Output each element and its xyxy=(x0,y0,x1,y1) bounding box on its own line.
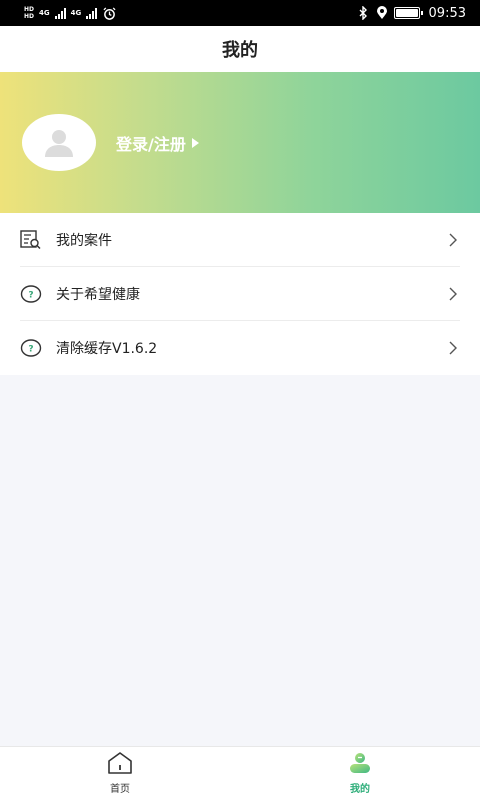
case-search-icon xyxy=(20,229,42,251)
bluetooth-icon xyxy=(356,6,370,20)
profile-banner: 登录/注册 xyxy=(0,72,480,213)
menu-item-clear-cache[interactable]: ? 清除缓存V1.6.2 xyxy=(20,321,460,375)
menu-item-label: 清除缓存V1.6.2 xyxy=(56,341,158,357)
login-register-label: 登录/注册 xyxy=(116,134,186,154)
question-circle-icon: ? xyxy=(20,283,42,305)
network-type-1: 4G xyxy=(39,9,50,17)
svg-text:?: ? xyxy=(28,290,33,300)
menu-item-my-cases[interactable]: 我的案件 xyxy=(20,213,460,267)
triangle-right-icon xyxy=(191,137,199,148)
sim-tag-1: HD xyxy=(24,6,35,13)
sim-tag-2: HD xyxy=(24,13,35,20)
bottom-nav: 首页 我的 xyxy=(0,746,480,800)
network-type-2: 4G xyxy=(70,9,82,17)
sim-tag: HD HD xyxy=(24,6,34,20)
question-circle-icon: ? xyxy=(20,337,42,359)
menu-item-about[interactable]: ? 关于希望健康 xyxy=(20,267,460,321)
menu-item-label: 关于希望健康 xyxy=(56,286,140,303)
user-avatar-icon[interactable] xyxy=(22,114,96,171)
page-title: 我的 xyxy=(222,40,258,61)
login-register-link[interactable]: 登录/注册 xyxy=(116,131,199,155)
signal-icon xyxy=(54,7,66,19)
status-right: 09:53 xyxy=(356,6,466,21)
tab-mine-label: 我的 xyxy=(350,784,370,795)
menu-list: 我的案件 ? 关于希望健康 ? 清除缓存V1.6.2 xyxy=(0,213,480,375)
menu-item-label: 我的案件 xyxy=(56,232,112,249)
tab-home[interactable]: 首页 xyxy=(0,747,240,800)
location-icon xyxy=(375,6,389,20)
alarm-icon xyxy=(102,6,116,20)
chevron-right-icon xyxy=(446,233,460,247)
status-bar: HD HD 4G 4G 09:53 xyxy=(0,0,480,26)
tab-home-label: 首页 xyxy=(110,784,130,795)
status-time: 09:53 xyxy=(428,5,466,21)
chevron-right-icon xyxy=(446,287,460,301)
home-icon xyxy=(107,752,133,778)
svg-text:?: ? xyxy=(28,345,33,355)
chevron-right-icon xyxy=(446,341,460,355)
signal-icon-2 xyxy=(86,7,98,19)
tab-mine[interactable]: 我的 xyxy=(240,747,480,800)
battery-icon xyxy=(393,7,423,19)
status-left: HD HD 4G 4G xyxy=(24,6,116,20)
profile-icon xyxy=(347,752,373,778)
app-header: 我的 xyxy=(0,26,480,72)
